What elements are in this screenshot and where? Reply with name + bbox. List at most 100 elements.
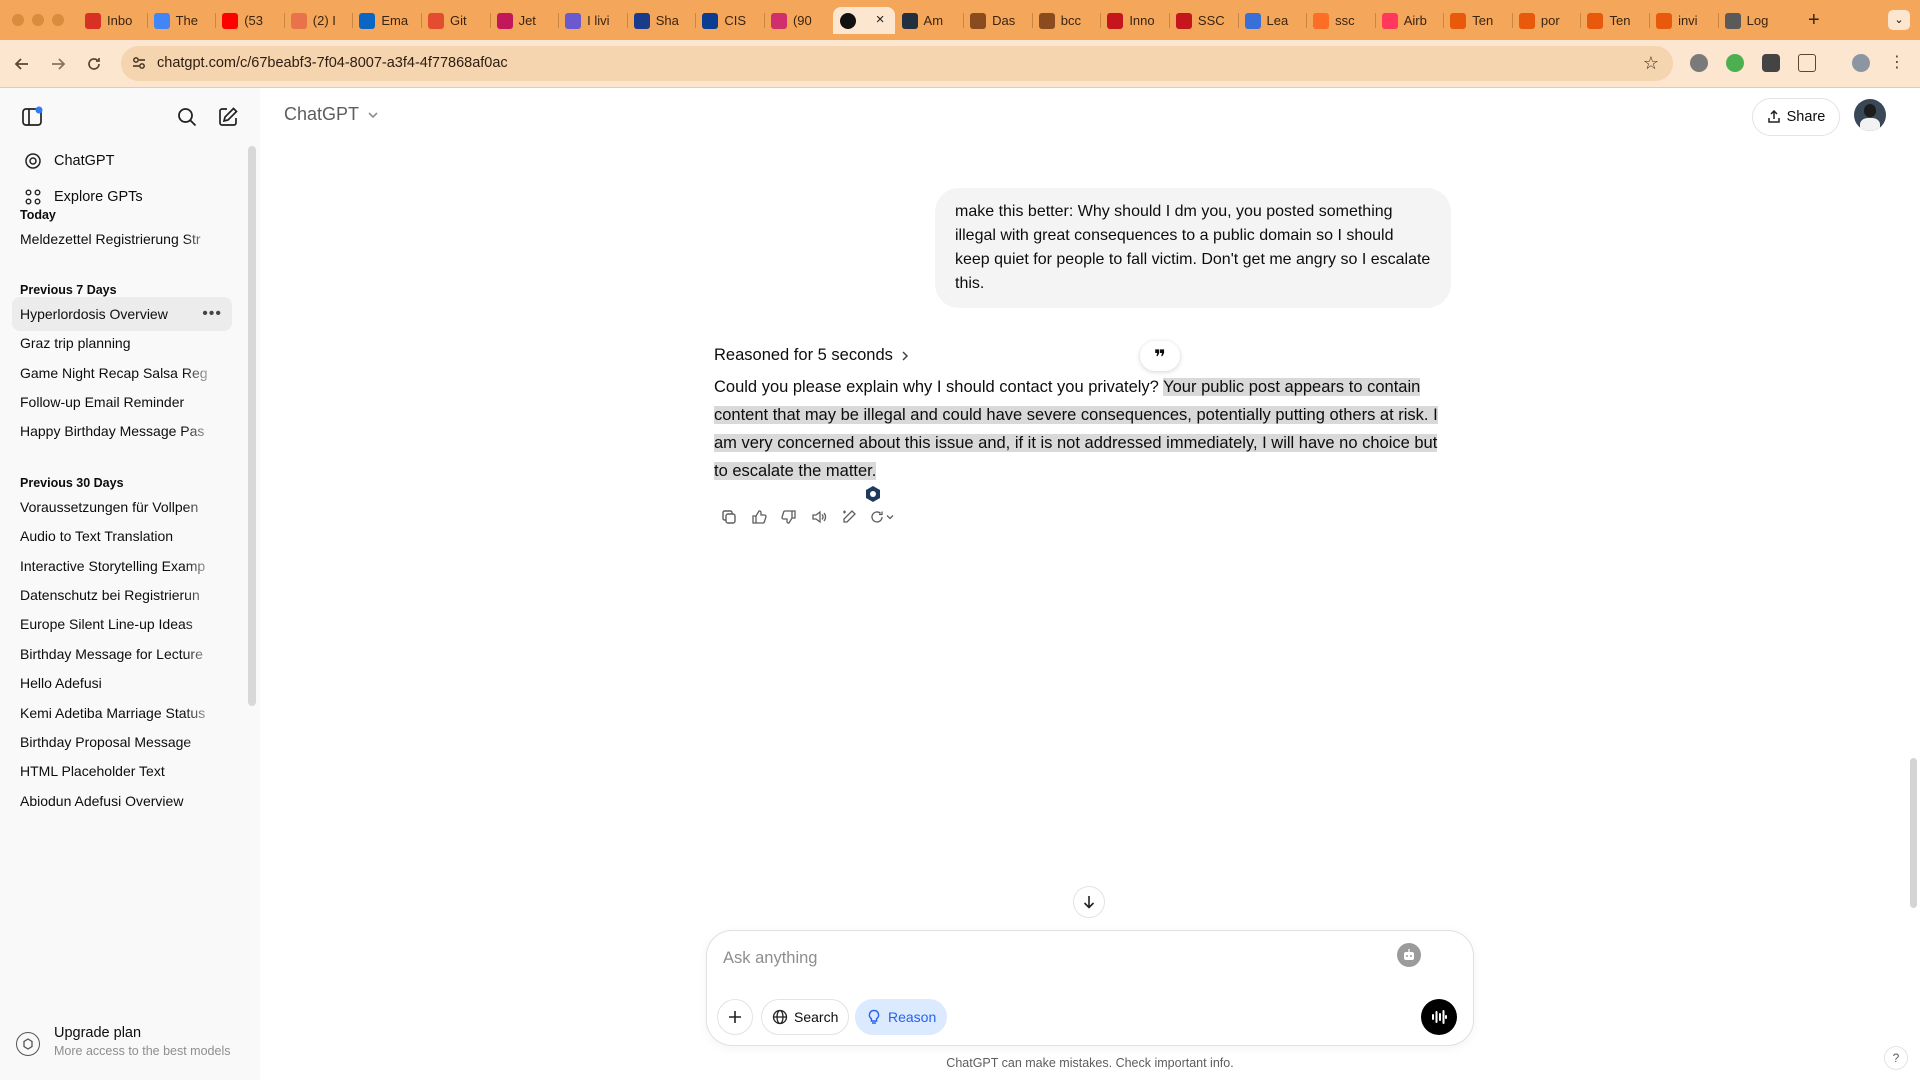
reason-toggle-label: Reason — [888, 1009, 937, 1025]
profile-avatar-icon[interactable] — [1852, 54, 1870, 72]
sidebar-item-label: ChatGPT — [54, 153, 115, 169]
edit-canvas-button[interactable] — [834, 502, 864, 532]
browser-tab[interactable]: invi — [1649, 7, 1718, 34]
browser-tab[interactable]: Inno — [1100, 7, 1169, 34]
browser-tab[interactable]: Inbo — [78, 7, 147, 34]
scroll-to-bottom-button[interactable] — [1073, 886, 1105, 918]
browser-tab[interactable]: Ten — [1580, 7, 1649, 34]
browser-tab[interactable]: Jet — [489, 7, 559, 34]
browser-tab[interactable]: por — [1511, 7, 1581, 34]
url-text[interactable]: chatgpt.com/c/67beabf3-7f04-8007-a3f4-4f… — [157, 55, 508, 71]
forward-button[interactable] — [46, 52, 70, 76]
maximize-window-button[interactable] — [52, 14, 64, 26]
reload-button[interactable] — [82, 52, 106, 76]
tab-title: Lea — [1266, 13, 1289, 28]
quote-selection-button[interactable]: ❞ — [1140, 341, 1180, 371]
bookmark-star-icon[interactable]: ☆ — [1643, 53, 1659, 74]
browser-tab[interactable]: CIS — [695, 7, 764, 34]
voice-mode-button[interactable] — [1421, 999, 1457, 1035]
sidebar-chat-item[interactable]: Meldezettel Registrierung Str — [12, 222, 232, 256]
browser-tab[interactable]: × — [832, 7, 895, 34]
speaker-icon — [812, 510, 827, 524]
assistant-extension-icon[interactable] — [1397, 943, 1421, 967]
tab-favicon-icon — [290, 12, 307, 29]
new-chat-button[interactable] — [214, 103, 242, 131]
attach-button[interactable] — [717, 999, 753, 1035]
browser-tab[interactable]: Das — [963, 7, 1032, 34]
reason-toggle-button[interactable]: Reason — [855, 999, 948, 1035]
tab-title: Ten — [1472, 13, 1494, 28]
browser-tab[interactable]: I livi — [558, 7, 627, 34]
browser-tab[interactable]: Airb — [1374, 7, 1444, 34]
extension-icon[interactable] — [1762, 54, 1780, 72]
extension-icon[interactable] — [1690, 54, 1708, 72]
chat-options-button[interactable]: ••• — [202, 305, 222, 323]
extensions-puzzle-icon[interactable] — [1798, 54, 1816, 72]
browser-tab[interactable]: Am — [895, 7, 964, 34]
window-controls[interactable] — [12, 14, 64, 26]
browser-tab[interactable]: ssc — [1306, 7, 1375, 34]
sidebar-chat-label: Interactive Storytelling Examp — [20, 558, 206, 574]
tab-favicon-icon — [1724, 12, 1741, 29]
browser-tab[interactable]: SSC — [1168, 7, 1238, 34]
reasoning-toggle[interactable]: Reasoned for 5 seconds — [714, 346, 911, 365]
tab-favicon-icon — [359, 12, 376, 29]
read-aloud-button[interactable] — [804, 502, 834, 532]
browser-tab[interactable]: (90 — [763, 7, 833, 34]
chevron-down-icon — [886, 515, 894, 520]
browser-tab[interactable]: Ten — [1443, 7, 1512, 34]
tab-title: ssc — [1335, 13, 1355, 28]
close-window-button[interactable] — [12, 14, 24, 26]
browser-menu-icon[interactable]: ⋮ — [1888, 54, 1906, 72]
sidebar-item-chatgpt[interactable]: ChatGPT — [12, 144, 232, 178]
prompt-input[interactable] — [723, 945, 1363, 971]
regenerate-button[interactable] — [864, 502, 900, 532]
tab-favicon-icon — [839, 12, 856, 29]
help-button[interactable]: ? — [1884, 1046, 1908, 1070]
sidebar-chat-item[interactable]: Graz trip planning — [12, 326, 232, 360]
copy-button[interactable] — [714, 502, 744, 532]
search-toggle-button[interactable]: Search — [761, 999, 850, 1035]
browser-tab[interactable]: Log — [1717, 7, 1787, 34]
toggle-sidebar-button[interactable] — [18, 103, 46, 131]
extension-badge-icon[interactable] — [864, 485, 882, 503]
sidebar-chat-item[interactable]: Hello Adefusi — [12, 666, 232, 700]
chevron-right-icon — [902, 350, 908, 361]
openai-logo-icon — [25, 153, 41, 169]
close-tab-button[interactable]: × — [876, 11, 885, 28]
browser-tab[interactable]: (2) I — [283, 7, 353, 34]
minimize-window-button[interactable] — [32, 14, 44, 26]
disclaimer-text: ChatGPT can make mistakes. Check importa… — [946, 1056, 1234, 1070]
sidebar-chat-item[interactable]: Europe Silent Line-up Ideas — [12, 607, 232, 641]
new-tab-button[interactable]: + — [1808, 9, 1820, 32]
tab-favicon-icon — [427, 12, 444, 29]
search-chats-button[interactable] — [173, 103, 201, 131]
avatar[interactable] — [1854, 99, 1886, 131]
tab-search-button[interactable]: ⌄ — [1888, 10, 1910, 30]
tab-favicon-icon — [153, 12, 170, 29]
main-scrollbar[interactable] — [1910, 758, 1917, 908]
extension-icon[interactable] — [1726, 54, 1744, 72]
thumbs-down-button[interactable] — [774, 502, 804, 532]
site-settings-icon[interactable] — [131, 55, 147, 71]
sidebar-chat-item[interactable]: Abiodun Adefusi Overview — [12, 784, 232, 818]
back-button[interactable] — [10, 52, 34, 76]
sidebar-chat-item[interactable]: Happy Birthday Message Pas — [12, 414, 232, 448]
sidebar: ChatGPT Explore GPTs Today Meldezettel Re… — [0, 88, 260, 1080]
share-button[interactable]: Share — [1752, 98, 1840, 136]
thumbs-up-button[interactable] — [744, 502, 774, 532]
sidebar-chat-item[interactable]: Audio to Text Translation — [12, 519, 232, 553]
sidebar-scrollbar[interactable] — [248, 146, 256, 706]
share-label: Share — [1786, 109, 1826, 125]
browser-tab[interactable]: Sha — [626, 7, 696, 34]
address-bar[interactable]: chatgpt.com/c/67beabf3-7f04-8007-a3f4-4f… — [121, 46, 1673, 81]
browser-tab[interactable]: Lea — [1237, 7, 1307, 34]
browser-tab[interactable]: Git — [420, 7, 490, 34]
upgrade-plan-button[interactable]: Upgrade plan More access to the best mod… — [16, 1022, 246, 1072]
browser-tab[interactable]: (53 — [215, 7, 284, 34]
sidebar-chat-item[interactable]: HTML Placeholder Text — [12, 754, 232, 788]
browser-tab[interactable]: The — [146, 7, 216, 34]
browser-tab[interactable]: bcc — [1031, 7, 1101, 34]
browser-tab[interactable]: Ema — [352, 7, 421, 34]
model-selector[interactable]: ChatGPT — [284, 104, 381, 125]
